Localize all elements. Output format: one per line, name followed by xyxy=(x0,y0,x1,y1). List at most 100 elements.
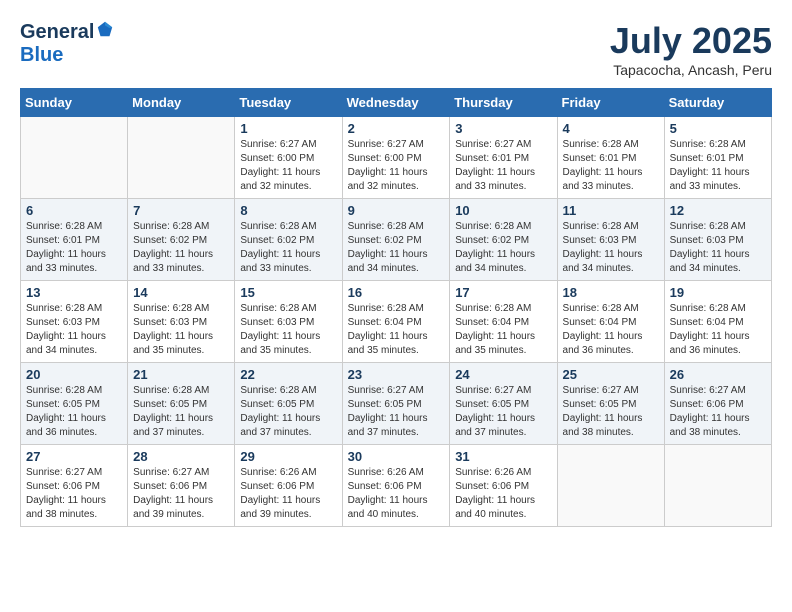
day-number: 11 xyxy=(563,203,659,218)
day-number: 8 xyxy=(240,203,336,218)
day-number: 14 xyxy=(133,285,229,300)
calendar-cell: 20 Sunrise: 6:28 AM Sunset: 6:05 PM Dayli… xyxy=(21,363,128,445)
day-info: Sunrise: 6:26 AM Sunset: 6:06 PM Dayligh… xyxy=(348,466,445,522)
day-info: Sunrise: 6:28 AM Sunset: 6:02 PM Dayligh… xyxy=(133,220,229,276)
day-number: 1 xyxy=(240,121,336,136)
calendar-header-wednesday: Wednesday xyxy=(342,89,450,117)
day-number: 26 xyxy=(670,367,766,382)
day-info: Sunrise: 6:26 AM Sunset: 6:06 PM Dayligh… xyxy=(455,466,551,522)
calendar-table: SundayMondayTuesdayWednesdayThursdayFrid… xyxy=(20,88,772,527)
calendar-cell: 2 Sunrise: 6:27 AM Sunset: 6:00 PM Daylig… xyxy=(342,117,450,199)
calendar-cell: 22 Sunrise: 6:28 AM Sunset: 6:05 PM Dayli… xyxy=(235,363,342,445)
day-info: Sunrise: 6:27 AM Sunset: 6:00 PM Dayligh… xyxy=(240,138,336,194)
calendar-week-row: 1 Sunrise: 6:27 AM Sunset: 6:00 PM Daylig… xyxy=(21,117,772,199)
day-number: 24 xyxy=(455,367,551,382)
day-info: Sunrise: 6:27 AM Sunset: 6:05 PM Dayligh… xyxy=(455,384,551,440)
day-number: 30 xyxy=(348,449,445,464)
day-number: 10 xyxy=(455,203,551,218)
day-info: Sunrise: 6:27 AM Sunset: 6:05 PM Dayligh… xyxy=(563,384,659,440)
day-info: Sunrise: 6:28 AM Sunset: 6:04 PM Dayligh… xyxy=(455,302,551,358)
day-info: Sunrise: 6:27 AM Sunset: 6:06 PM Dayligh… xyxy=(670,384,766,440)
day-info: Sunrise: 6:28 AM Sunset: 6:01 PM Dayligh… xyxy=(26,220,122,276)
day-info: Sunrise: 6:28 AM Sunset: 6:05 PM Dayligh… xyxy=(240,384,336,440)
day-info: Sunrise: 6:28 AM Sunset: 6:01 PM Dayligh… xyxy=(563,138,659,194)
day-number: 7 xyxy=(133,203,229,218)
calendar-cell: 23Sunrise: 6:27 AM Sunset: 6:05 PM Dayli… xyxy=(342,363,450,445)
calendar-cell: 26 Sunrise: 6:27 AM Sunset: 6:06 PM Dayli… xyxy=(664,363,771,445)
day-info: Sunrise: 6:28 AM Sunset: 6:04 PM Dayligh… xyxy=(348,302,445,358)
day-number: 16 xyxy=(348,285,445,300)
logo: General Blue xyxy=(20,20,114,67)
calendar-header-row: SundayMondayTuesdayWednesdayThursdayFrid… xyxy=(21,89,772,117)
calendar-header-sunday: Sunday xyxy=(21,89,128,117)
day-number: 21 xyxy=(133,367,229,382)
day-number: 6 xyxy=(26,203,122,218)
calendar-cell: 18 Sunrise: 6:28 AM Sunset: 6:04 PM Dayli… xyxy=(557,281,664,363)
calendar-cell: 9Sunrise: 6:28 AM Sunset: 6:02 PM Daylig… xyxy=(342,199,450,281)
page-header: General Blue July 2025 Tapacocha, Ancash… xyxy=(20,20,772,78)
day-number: 18 xyxy=(563,285,659,300)
calendar-cell: 7 Sunrise: 6:28 AM Sunset: 6:02 PM Daylig… xyxy=(128,199,235,281)
day-number: 4 xyxy=(563,121,659,136)
day-info: Sunrise: 6:28 AM Sunset: 6:04 PM Dayligh… xyxy=(563,302,659,358)
day-info: Sunrise: 6:28 AM Sunset: 6:03 PM Dayligh… xyxy=(240,302,336,358)
calendar-cell: 30 Sunrise: 6:26 AM Sunset: 6:06 PM Dayli… xyxy=(342,445,450,527)
day-info: Sunrise: 6:28 AM Sunset: 6:02 PM Dayligh… xyxy=(240,220,336,276)
calendar-week-row: 13Sunrise: 6:28 AM Sunset: 6:03 PM Dayli… xyxy=(21,281,772,363)
day-info: Sunrise: 6:28 AM Sunset: 6:04 PM Dayligh… xyxy=(670,302,766,358)
calendar-cell: 19 Sunrise: 6:28 AM Sunset: 6:04 PM Dayli… xyxy=(664,281,771,363)
calendar-cell: 13Sunrise: 6:28 AM Sunset: 6:03 PM Dayli… xyxy=(21,281,128,363)
month-title: July 2025 xyxy=(610,20,772,62)
calendar-cell xyxy=(557,445,664,527)
day-number: 22 xyxy=(240,367,336,382)
calendar-cell: 12 Sunrise: 6:28 AM Sunset: 6:03 PM Dayli… xyxy=(664,199,771,281)
calendar-cell xyxy=(21,117,128,199)
calendar-cell: 17 Sunrise: 6:28 AM Sunset: 6:04 PM Dayli… xyxy=(450,281,557,363)
calendar-header-saturday: Saturday xyxy=(664,89,771,117)
title-section: July 2025 Tapacocha, Ancash, Peru xyxy=(610,20,772,78)
calendar-cell: 24 Sunrise: 6:27 AM Sunset: 6:05 PM Dayli… xyxy=(450,363,557,445)
calendar-cell: 1 Sunrise: 6:27 AM Sunset: 6:00 PM Daylig… xyxy=(235,117,342,199)
day-info: Sunrise: 6:28 AM Sunset: 6:01 PM Dayligh… xyxy=(670,138,766,194)
day-number: 20 xyxy=(26,367,122,382)
day-info: Sunrise: 6:27 AM Sunset: 6:00 PM Dayligh… xyxy=(348,138,445,194)
day-number: 17 xyxy=(455,285,551,300)
day-number: 29 xyxy=(240,449,336,464)
day-info: Sunrise: 6:27 AM Sunset: 6:06 PM Dayligh… xyxy=(26,466,122,522)
day-info: Sunrise: 6:27 AM Sunset: 6:01 PM Dayligh… xyxy=(455,138,551,194)
day-info: Sunrise: 6:28 AM Sunset: 6:03 PM Dayligh… xyxy=(133,302,229,358)
day-info: Sunrise: 6:28 AM Sunset: 6:05 PM Dayligh… xyxy=(26,384,122,440)
day-number: 15 xyxy=(240,285,336,300)
calendar-cell: 11Sunrise: 6:28 AM Sunset: 6:03 PM Dayli… xyxy=(557,199,664,281)
day-number: 12 xyxy=(670,203,766,218)
day-info: Sunrise: 6:27 AM Sunset: 6:05 PM Dayligh… xyxy=(348,384,445,440)
calendar-cell: 4 Sunrise: 6:28 AM Sunset: 6:01 PM Daylig… xyxy=(557,117,664,199)
calendar-cell: 14 Sunrise: 6:28 AM Sunset: 6:03 PM Dayli… xyxy=(128,281,235,363)
logo-icon xyxy=(96,20,114,38)
day-number: 2 xyxy=(348,121,445,136)
calendar-header-friday: Friday xyxy=(557,89,664,117)
calendar-cell: 25 Sunrise: 6:27 AM Sunset: 6:05 PM Dayli… xyxy=(557,363,664,445)
logo-general: General xyxy=(20,21,94,43)
day-number: 31 xyxy=(455,449,551,464)
calendar-cell: 10 Sunrise: 6:28 AM Sunset: 6:02 PM Dayli… xyxy=(450,199,557,281)
calendar-cell: 28 Sunrise: 6:27 AM Sunset: 6:06 PM Dayli… xyxy=(128,445,235,527)
calendar-cell: 5Sunrise: 6:28 AM Sunset: 6:01 PM Daylig… xyxy=(664,117,771,199)
calendar-cell: 21Sunrise: 6:28 AM Sunset: 6:05 PM Dayli… xyxy=(128,363,235,445)
day-number: 25 xyxy=(563,367,659,382)
calendar-cell: 31 Sunrise: 6:26 AM Sunset: 6:06 PM Dayli… xyxy=(450,445,557,527)
calendar-cell: 29 Sunrise: 6:26 AM Sunset: 6:06 PM Dayli… xyxy=(235,445,342,527)
day-number: 3 xyxy=(455,121,551,136)
calendar-cell xyxy=(664,445,771,527)
calendar-cell xyxy=(128,117,235,199)
calendar-cell: 16 Sunrise: 6:28 AM Sunset: 6:04 PM Dayli… xyxy=(342,281,450,363)
day-info: Sunrise: 6:28 AM Sunset: 6:03 PM Dayligh… xyxy=(670,220,766,276)
day-info: Sunrise: 6:28 AM Sunset: 6:02 PM Dayligh… xyxy=(455,220,551,276)
day-info: Sunrise: 6:28 AM Sunset: 6:02 PM Dayligh… xyxy=(348,220,445,276)
day-number: 28 xyxy=(133,449,229,464)
day-info: Sunrise: 6:27 AM Sunset: 6:06 PM Dayligh… xyxy=(133,466,229,522)
calendar-week-row: 6 Sunrise: 6:28 AM Sunset: 6:01 PM Daylig… xyxy=(21,199,772,281)
day-number: 19 xyxy=(670,285,766,300)
day-info: Sunrise: 6:26 AM Sunset: 6:06 PM Dayligh… xyxy=(240,466,336,522)
calendar-cell: 15 Sunrise: 6:28 AM Sunset: 6:03 PM Dayli… xyxy=(235,281,342,363)
